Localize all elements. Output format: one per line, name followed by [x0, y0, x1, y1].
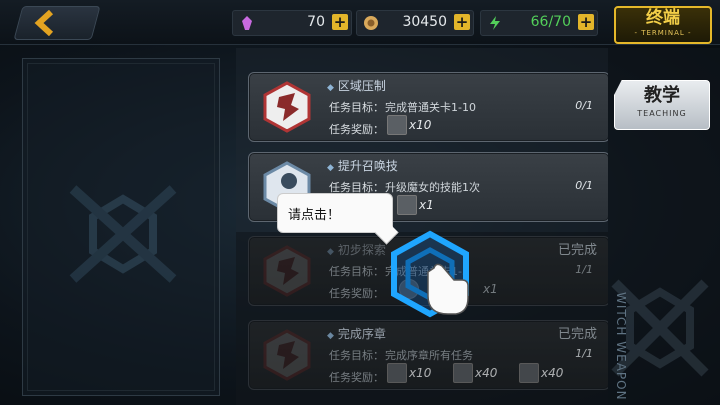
- item-icon: [397, 195, 417, 215]
- reward-amount: x40: [475, 366, 498, 380]
- back-button[interactable]: [13, 6, 101, 40]
- reward-amount: x1: [419, 198, 434, 212]
- crossed-weapons-emblem-icon: [69, 185, 177, 283]
- scroll-icon: [387, 115, 407, 135]
- task-emblem-icon: [263, 81, 311, 133]
- item-icon: [453, 363, 473, 383]
- task-progress: 0/1: [575, 179, 593, 192]
- reward-label: 任务奖励：: [329, 371, 384, 384]
- top-bar: 70 + 30450 + 66/70 + 终端 - TERMINAL -: [0, 0, 720, 45]
- reward-label: 任务奖励：: [329, 287, 384, 300]
- task-title: 初步探索: [327, 241, 386, 258]
- terminal-label: 终端: [646, 8, 680, 28]
- task-title: 区域压制: [327, 77, 386, 94]
- task-goal: 完成序章所有任务: [385, 349, 473, 362]
- terminal-button[interactable]: 终端 - TERMINAL -: [614, 6, 712, 44]
- coin-value: 30450: [402, 14, 447, 30]
- energy-icon: [490, 16, 500, 30]
- reward-amount: x10: [409, 118, 432, 132]
- tutorial-text: 请点击！: [288, 208, 341, 223]
- task-emblem-icon: [263, 245, 311, 297]
- tutorial-highlight-target[interactable]: [384, 228, 476, 320]
- coin-icon: [364, 16, 378, 30]
- task-goal: 完成普通关卡1-10: [385, 101, 476, 114]
- watermark-text: WITCH WEAPON: [614, 292, 628, 401]
- add-energy-button[interactable]: +: [578, 14, 594, 30]
- add-coin-button[interactable]: +: [454, 14, 470, 30]
- task-card-completed[interactable]: 完成序章 已完成 任务目标： 完成序章所有任务 1/1 任务奖励： x10 x4…: [248, 320, 608, 390]
- goal-label: 任务目标：: [329, 101, 384, 114]
- terminal-sublabel: - TERMINAL -: [634, 29, 692, 37]
- reward-amount: x40: [541, 366, 564, 380]
- item-icon: [519, 363, 539, 383]
- coin-counter: 30450 +: [356, 10, 474, 36]
- crystal-counter: 70 +: [232, 10, 352, 36]
- tab-teaching-sublabel: TEACHING: [637, 109, 687, 118]
- task-status: 已完成: [557, 243, 597, 258]
- task-emblem-icon: [263, 329, 311, 381]
- task-progress: 1/1: [575, 347, 593, 360]
- task-title: 提升召唤技: [327, 157, 398, 174]
- add-crystal-button[interactable]: +: [332, 14, 348, 30]
- task-progress: 0/1: [575, 99, 593, 112]
- task-title: 完成序章: [327, 325, 386, 342]
- tab-teaching-label: 教学: [644, 85, 680, 106]
- reward-amount: x1: [483, 282, 498, 296]
- crystal-value: 70: [307, 14, 325, 30]
- task-status: 已完成: [557, 327, 597, 342]
- goal-label: 任务目标：: [329, 265, 384, 278]
- tutorial-bubble: 请点击！: [277, 193, 399, 245]
- goal-label: 任务目标：: [329, 349, 384, 362]
- tab-teaching[interactable]: 教学 TEACHING: [614, 80, 710, 130]
- task-goal: 升级魔女的技能1次: [385, 181, 480, 194]
- energy-value: 66/70: [530, 14, 571, 30]
- reward-amount: x10: [409, 366, 432, 380]
- energy-counter: 66/70 +: [480, 10, 598, 36]
- crystal-icon: [242, 16, 252, 30]
- reward-label: 任务奖励：: [329, 123, 384, 136]
- chevron-left-icon: [34, 10, 54, 36]
- task-card[interactable]: 区域压制 任务目标： 完成普通关卡1-10 0/1 任务奖励： x10: [248, 72, 608, 142]
- scroll-icon: [387, 363, 407, 383]
- left-panel: [22, 58, 220, 396]
- task-progress: 1/1: [575, 263, 593, 276]
